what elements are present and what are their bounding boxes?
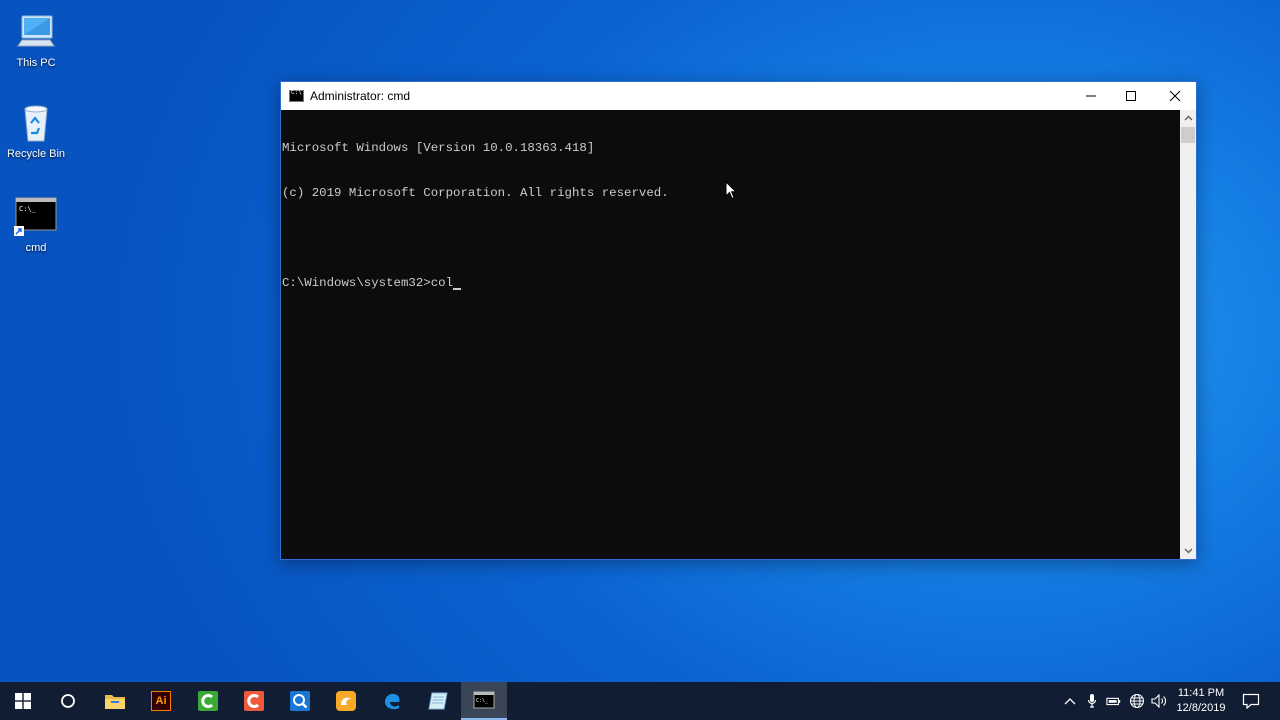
globe-network-icon (1129, 693, 1145, 709)
green-c-icon (198, 691, 218, 711)
scroll-down-button[interactable] (1180, 543, 1196, 559)
taskbar-green-c-app[interactable] (185, 682, 231, 720)
desktop-icon-label: cmd (25, 242, 47, 254)
svg-text:C:\_: C:\_ (476, 698, 489, 704)
taskbar-clock[interactable]: 11:41 PM 12/8/2019 (1168, 686, 1234, 716)
search-button[interactable] (45, 682, 91, 720)
volume-tray-button[interactable] (1151, 693, 1167, 709)
chevron-down-icon (1184, 548, 1192, 554)
console-line: Microsoft Windows [Version 10.0.18363.41… (282, 141, 595, 155)
text-cursor (453, 288, 462, 290)
taskbar-red-c-app[interactable] (231, 682, 277, 720)
action-center-button[interactable] (1242, 693, 1260, 709)
desktop-icon-label: Recycle Bin (6, 148, 66, 160)
title-bar[interactable]: Administrator: cmd (281, 82, 1196, 110)
minimize-icon (1086, 95, 1096, 97)
chevron-up-icon (1064, 698, 1076, 705)
taskbar-edge[interactable] (369, 682, 415, 720)
red-c-icon (244, 691, 264, 711)
notification-icon (1242, 693, 1260, 709)
taskbar-cmd[interactable]: C:\_ (461, 682, 507, 720)
battery-tray-button[interactable] (1106, 693, 1122, 709)
desktop-icon-recycle-bin[interactable]: Recycle Bin (4, 101, 68, 160)
cmd-app-icon[interactable] (289, 89, 304, 102)
desktop-icon-cmd[interactable]: C:\_ cmd (4, 195, 68, 254)
desktop-icon-this-pc[interactable]: This PC (4, 10, 68, 69)
microphone-icon (1087, 694, 1097, 708)
start-button[interactable] (0, 682, 46, 720)
desktop-icon-label: This PC (16, 57, 56, 69)
magnifier-app-icon (290, 691, 310, 711)
power-plug-icon (1106, 697, 1121, 706)
illustrator-icon: Ai (151, 691, 171, 711)
clock-date: 12/8/2019 (1176, 702, 1226, 714)
scroll-up-button[interactable] (1180, 110, 1196, 126)
speaker-icon (1151, 694, 1166, 708)
maximize-icon (1126, 91, 1136, 101)
scrollbar-thumb[interactable] (1181, 127, 1195, 143)
windows-logo-icon (15, 693, 31, 709)
folder-icon (105, 695, 125, 709)
clock-time: 11:41 PM (1177, 687, 1225, 699)
cmd-icon: C:\_ (473, 691, 495, 709)
window-title: Administrator: cmd (310, 89, 411, 103)
show-hidden-icons-button[interactable] (1062, 693, 1078, 709)
edge-icon (385, 693, 400, 710)
taskbar-search-app[interactable] (277, 682, 323, 720)
notepad-icon (428, 692, 448, 710)
this-pc-icon (14, 10, 58, 54)
uc-browser-icon (336, 691, 356, 711)
taskbar-illustrator[interactable]: Ai (138, 682, 184, 720)
maximize-button[interactable] (1108, 82, 1154, 110)
console-prompt-text: C:\Windows\system32>col (282, 276, 454, 290)
recycle-bin-icon (14, 101, 58, 145)
console-output[interactable]: Microsoft Windows [Version 10.0.18363.41… (281, 110, 1180, 559)
close-icon (1169, 90, 1181, 102)
microphone-tray-button[interactable] (1084, 693, 1100, 709)
close-button[interactable] (1152, 82, 1198, 110)
cmd-shortcut-icon: C:\_ (14, 195, 58, 239)
console-prompt-line[interactable]: C:\Windows\system32>col (282, 276, 1180, 291)
taskbar: Ai C:\_ 11:41 PM 12/8/2019 (0, 682, 1280, 720)
illustrator-icon-label: Ai (155, 695, 167, 707)
cortana-circle-icon (61, 694, 75, 708)
network-tray-button[interactable] (1129, 693, 1145, 709)
cmd-window[interactable]: Administrator: cmd Microsoft Windows [Ve… (280, 81, 1197, 560)
chevron-up-icon (1184, 115, 1192, 121)
taskbar-file-explorer[interactable] (92, 682, 138, 720)
svg-text:C:\_: C:\_ (19, 205, 37, 213)
taskbar-uc-browser[interactable] (323, 682, 369, 720)
taskbar-notepad[interactable] (415, 682, 461, 720)
vertical-scrollbar[interactable] (1180, 110, 1196, 559)
mouse-pointer-icon (725, 180, 738, 206)
